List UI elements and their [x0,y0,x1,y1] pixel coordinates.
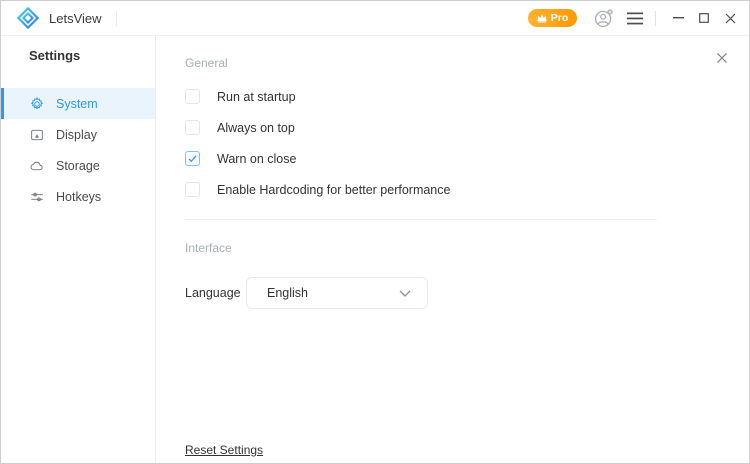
sidebar-item-storage[interactable]: Storage [1,150,155,181]
sidebar-item-label: Display [56,128,97,142]
checkbox-run-at-startup[interactable] [185,89,200,104]
window-body: Settings System Display [1,36,749,463]
checkbox-always-on-top[interactable] [185,120,200,135]
sidebar-item-label: System [56,97,98,111]
close-icon [725,13,736,24]
window-controls-separator [655,11,656,26]
sidebar-item-display[interactable]: Display [1,119,155,150]
section-divider [185,219,657,220]
sliders-icon [29,189,45,205]
letsview-settings-window: LetsView Pro [0,0,750,464]
option-label: Always on top [217,121,295,135]
option-enable-hardcoding[interactable]: Enable Hardcoding for better performance [185,174,749,205]
reset-settings-link[interactable]: Reset Settings [185,443,263,457]
option-run-at-startup[interactable]: Run at startup [185,81,749,112]
general-section-title: General [185,55,749,71]
hamburger-icon [627,12,643,25]
sidebar-item-hotkeys[interactable]: Hotkeys [1,181,155,212]
maximize-button[interactable] [691,5,717,31]
option-warn-on-close[interactable]: Warn on close [185,143,749,174]
app-title: LetsView [49,11,102,26]
interface-section-title: Interface [185,240,749,256]
option-label: Run at startup [217,90,296,104]
titlebar-divider [116,11,117,26]
user-avatar-icon [593,7,615,29]
close-window-button[interactable] [717,5,743,31]
gear-icon [29,96,45,112]
close-icon [716,52,728,64]
letsview-logo-icon [17,7,39,29]
crown-icon [537,14,547,23]
language-setting-row: Language English [185,277,749,309]
language-selected-value: English [267,286,399,300]
pro-badge-button[interactable]: Pro [528,9,577,27]
check-icon [187,153,198,164]
menu-button[interactable] [627,12,643,25]
settings-panel: General Run at startup Always on top [156,36,749,463]
cloud-icon [29,158,45,174]
option-label: Enable Hardcoding for better performance [217,183,450,197]
sidebar-item-system[interactable]: System [1,88,155,119]
checkbox-warn-on-close[interactable] [185,151,200,166]
display-icon [29,127,45,143]
language-dropdown[interactable]: English [246,277,428,309]
account-button[interactable] [593,7,615,29]
close-settings-button[interactable] [713,49,731,67]
option-always-on-top[interactable]: Always on top [185,112,749,143]
sidebar-nav: System Display Storage [1,88,155,212]
option-label: Warn on close [217,152,296,166]
titlebar: LetsView Pro [1,1,749,36]
sidebar-title: Settings [29,48,155,64]
sidebar-item-label: Hotkeys [56,190,101,204]
minimize-icon [673,17,684,19]
language-label: Language [185,286,246,300]
general-options: Run at startup Always on top Warn on clo… [185,81,749,205]
pro-badge-label: Pro [551,13,569,24]
settings-sidebar: Settings System Display [1,36,156,463]
minimize-button[interactable] [665,5,691,31]
sidebar-item-label: Storage [56,159,100,173]
maximize-icon [699,13,709,23]
chevron-down-icon [399,290,411,297]
checkbox-enable-hardcoding[interactable] [185,182,200,197]
